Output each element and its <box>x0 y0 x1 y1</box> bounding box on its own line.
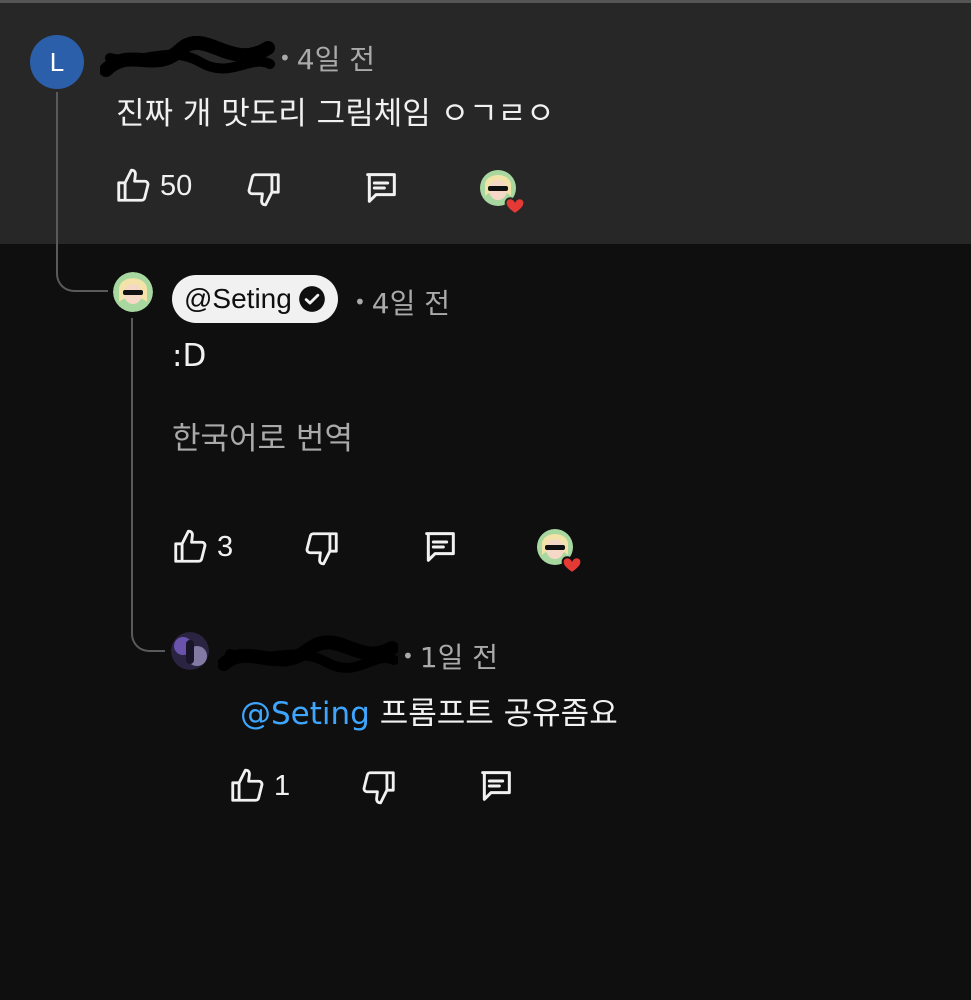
translate-link[interactable]: 한국어로 번역 <box>172 413 353 458</box>
redacted-username <box>100 36 275 77</box>
reply-meta: • 1일 전 <box>218 634 498 678</box>
separator-dot: • <box>354 290 366 314</box>
comment-meta: • 4일 전 <box>100 36 375 80</box>
dislike-button[interactable] <box>245 170 283 208</box>
verified-check-icon <box>298 286 325 312</box>
thumbs-down-icon <box>362 771 395 805</box>
like-button[interactable]: 1 <box>228 767 290 805</box>
thumbs-up-icon <box>231 768 264 802</box>
thumbs-up-icon <box>174 529 207 563</box>
avatar-image <box>171 632 209 670</box>
reply-meta: • 4일 전 <box>350 282 450 322</box>
reply-text: :D <box>172 338 207 374</box>
avatar[interactable]: L <box>30 35 84 89</box>
reply-body: 프롬프트 공유좀요 <box>379 696 618 732</box>
separator-dot: • <box>402 644 414 668</box>
like-button[interactable]: 50 <box>114 167 192 205</box>
author-name: @Seting <box>184 283 292 314</box>
comment-time: 4일 전 <box>296 43 376 76</box>
dislike-button[interactable] <box>360 768 398 806</box>
thumbs-up-icon <box>117 168 150 202</box>
creator-heart-icon <box>537 529 583 575</box>
creator-heart-icon <box>480 170 526 216</box>
reply-button[interactable] <box>476 766 516 806</box>
avatar[interactable] <box>171 632 209 670</box>
thread-connector <box>56 92 108 292</box>
creator-badge[interactable]: @Seting <box>172 275 338 323</box>
thread-connector <box>131 318 165 652</box>
avatar-image <box>113 272 153 312</box>
redacted-username <box>218 635 398 673</box>
creator-heart <box>478 168 532 216</box>
reply-icon <box>425 532 455 562</box>
reply-time: 1일 전 <box>419 641 499 674</box>
thumbs-down-icon <box>247 173 280 207</box>
reply-time: 4일 전 <box>371 287 451 320</box>
reply-icon <box>366 173 396 203</box>
like-count: 3 <box>217 530 234 563</box>
like-count: 50 <box>160 169 193 202</box>
reply-text: @Seting 프롬프트 공유좀요 <box>240 688 618 733</box>
thumbs-down-icon <box>305 532 338 566</box>
like-count: 1 <box>274 769 291 802</box>
separator-dot: • <box>279 46 291 70</box>
creator-heart <box>535 527 589 575</box>
comment-text: 진짜 개 맛도리 그림체임 ㅇㄱㄹㅇ <box>116 96 555 132</box>
avatar-letter: L <box>49 46 65 77</box>
reply-icon <box>481 771 511 801</box>
reply-button[interactable] <box>361 168 401 208</box>
mention-link[interactable]: @Seting <box>240 696 370 732</box>
like-button[interactable]: 3 <box>171 528 233 566</box>
reply-button[interactable] <box>420 527 460 567</box>
dislike-button[interactable] <box>303 529 341 567</box>
avatar[interactable] <box>113 272 153 312</box>
